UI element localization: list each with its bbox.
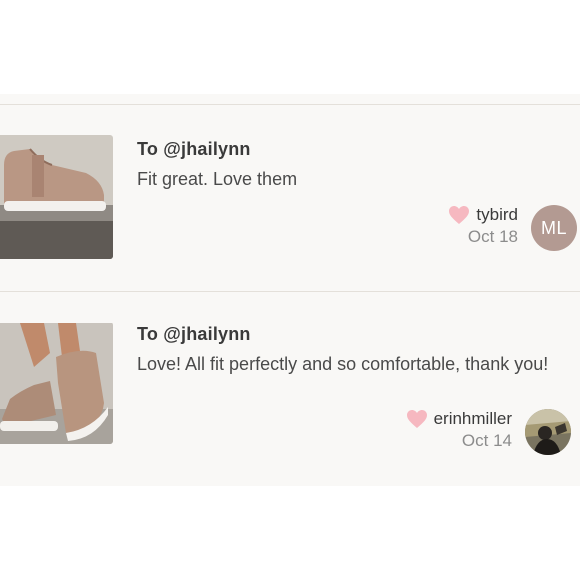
review-recipient[interactable]: To @jhailynn	[137, 324, 251, 345]
avatar[interactable]	[525, 409, 571, 455]
shoe-photo-image	[0, 323, 113, 444]
review-date: Oct 14	[461, 431, 512, 450]
divider	[0, 104, 580, 105]
review-comment: Fit great. Love them	[137, 169, 298, 189]
review-recipient[interactable]: To @jhailynn	[137, 139, 251, 160]
review-meta: tybird Oct 18	[448, 205, 518, 247]
page: To @jhailynn Fit great. Love them tybird…	[0, 0, 580, 579]
heart-icon	[448, 205, 470, 225]
reviewer-username[interactable]: erinhmiller	[434, 409, 512, 429]
user-photo-image	[525, 409, 571, 455]
shoe-photo-image	[0, 135, 113, 259]
review-comment: Love! All fit perfectly and so comfortab…	[137, 354, 549, 374]
review-date: Oct 18	[467, 227, 518, 246]
heart-icon	[406, 409, 428, 429]
divider	[0, 291, 580, 292]
review-meta: erinhmiller Oct 14	[406, 409, 512, 451]
listing-photo[interactable]	[0, 322, 113, 444]
review-item: To @jhailynn Love! All fit perfectly and…	[0, 320, 580, 460]
listing-photo[interactable]	[0, 135, 113, 259]
review-item: To @jhailynn Fit great. Love them tybird…	[0, 135, 580, 265]
avatar[interactable]: ML	[531, 205, 577, 251]
reviewer-username[interactable]: tybird	[476, 205, 518, 225]
